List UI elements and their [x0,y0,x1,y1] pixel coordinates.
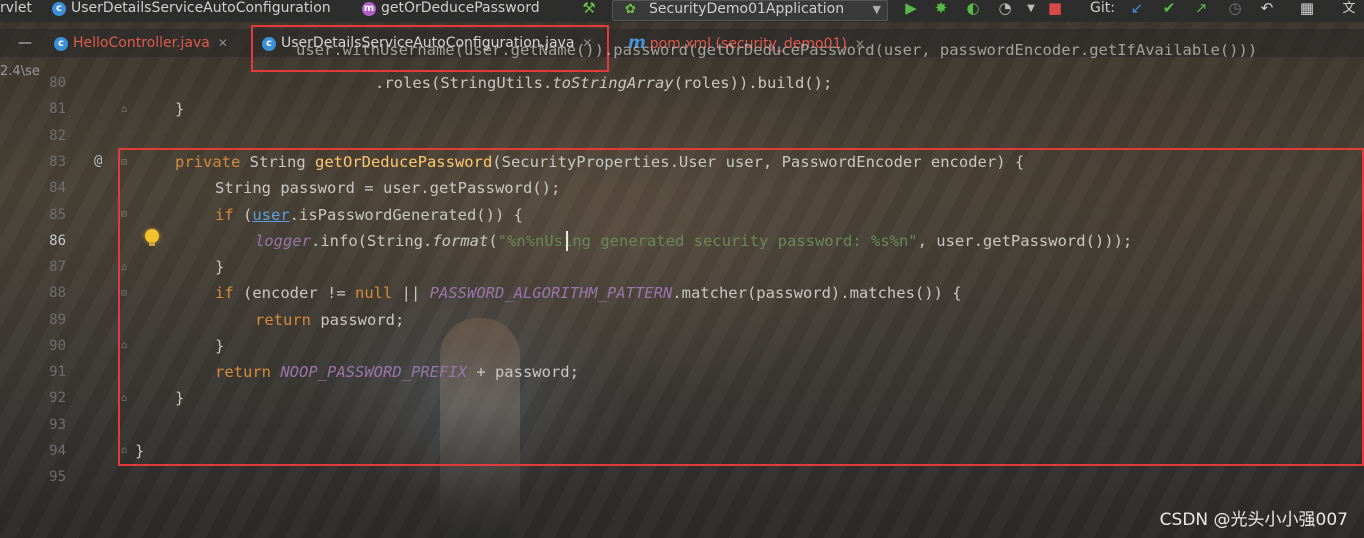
watermark: CSDN @光头小小强007 [1159,510,1348,530]
code-line-80: .roles(StringUtils.toStringArray(roles))… [375,70,832,96]
code-method: toStringArray [552,74,674,92]
code-line-79: user.withUsername(user.getName()).passwo… [296,44,1257,60]
code-text: .roles(StringUtils. [375,74,553,92]
code-line-81: } [175,100,185,118]
code-text: user.withUsername(user.getName()).passwo… [296,44,1258,59]
code-text: (roles)).build(); [673,74,833,92]
code-highlight-box [118,148,1364,466]
